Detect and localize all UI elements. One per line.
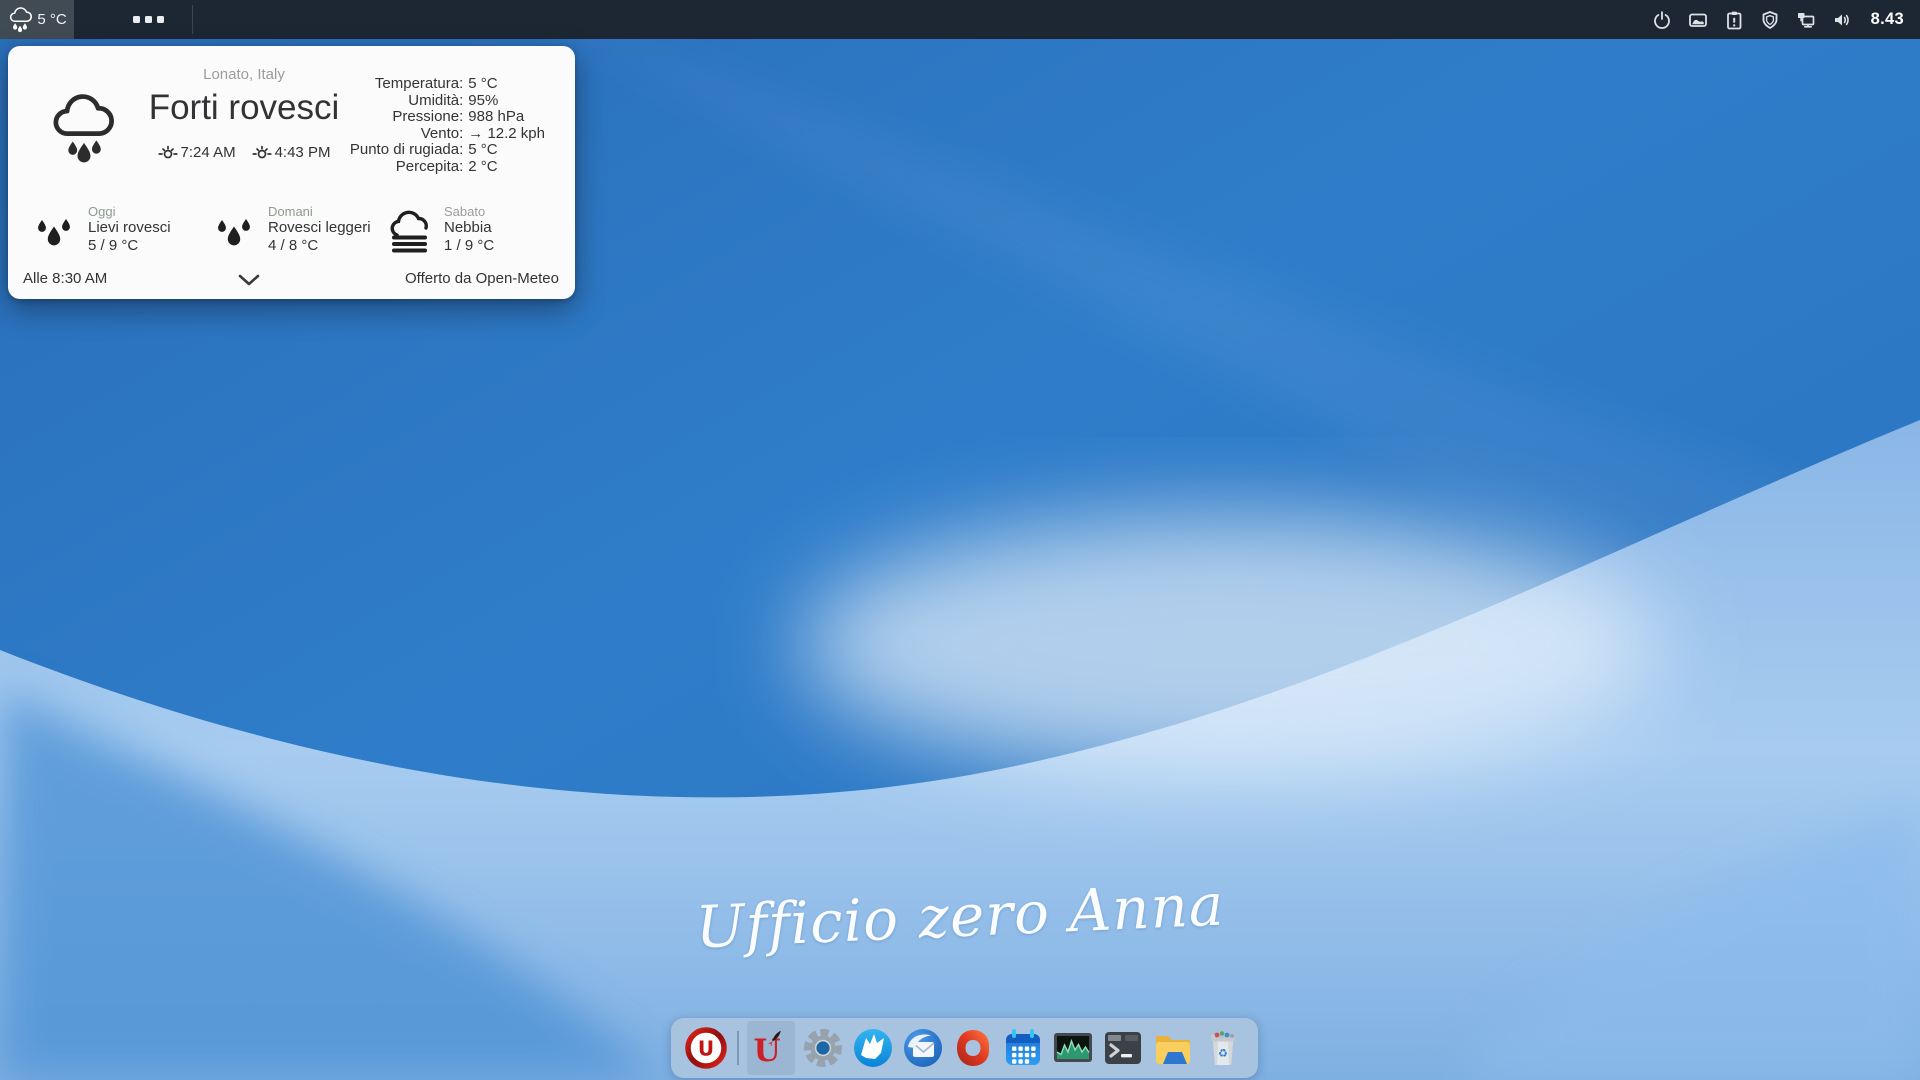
trash-icon[interactable]: ♻	[1201, 1026, 1245, 1070]
forecast-day: Sabato	[444, 204, 494, 219]
rain-drops-icon	[212, 208, 258, 252]
forecast-today: Oggi Lievi rovesci 5 / 9 °C	[32, 204, 171, 255]
system-tray: 8.43	[1651, 0, 1920, 39]
shield-icon[interactable]	[1759, 9, 1781, 31]
volume-icon[interactable]	[1831, 9, 1853, 31]
detail-label: Umidità:	[350, 93, 468, 110]
svg-text:U: U	[698, 1037, 714, 1061]
panel-separator	[192, 5, 193, 34]
detail-value: → 12.2 kph	[468, 126, 545, 143]
weather-location: Lonato, Italy	[104, 66, 384, 83]
dock: U U	[671, 1018, 1258, 1078]
detail-label: Vento:	[350, 126, 468, 143]
attribution-label: Offerto da Open-Meteo	[405, 270, 559, 287]
terminal-icon[interactable]	[1101, 1026, 1145, 1070]
sunrise-time: 7:24 AM	[181, 144, 236, 161]
forecast-temps: 4 / 8 °C	[268, 237, 371, 255]
detail-label: Temperatura:	[350, 76, 468, 93]
last-update-label: Alle 8:30 AM	[23, 270, 107, 287]
forecast-condition: Lievi rovesci	[88, 219, 171, 237]
forecast-row: Oggi Lievi rovesci 5 / 9 °C Domani Roves…	[8, 204, 575, 266]
settings-gear-icon[interactable]	[801, 1026, 845, 1070]
network-icon[interactable]	[1795, 9, 1817, 31]
detail-value: 2 °C	[468, 159, 545, 176]
sunrise-icon	[158, 142, 178, 162]
chevron-down-icon[interactable]	[238, 273, 260, 291]
panel-weather-indicator[interactable]: 5 °C	[0, 0, 74, 39]
detail-value: 5 °C	[468, 76, 545, 93]
power-icon[interactable]	[1651, 9, 1673, 31]
forecast-tomorrow: Domani Rovesci leggeri 4 / 8 °C	[212, 204, 371, 255]
calendar-icon[interactable]	[1001, 1026, 1045, 1070]
thunderbird-mail-icon[interactable]	[901, 1026, 945, 1070]
clipboard-icon[interactable]	[1723, 9, 1745, 31]
rain-drops-icon	[32, 208, 78, 252]
weather-condition: Forti rovesci	[104, 88, 384, 128]
forecast-temps: 5 / 9 °C	[88, 237, 171, 255]
weather-header: Lonato, Italy Forti rovesci 7:24 AM	[104, 66, 384, 162]
fog-icon	[386, 207, 434, 253]
dock-separator	[734, 1026, 741, 1070]
ufficio-zero-launcher-icon[interactable]: U	[747, 1021, 795, 1075]
forecast-condition: Rovesci leggeri	[268, 219, 371, 237]
sunset-time: 4:43 PM	[275, 144, 331, 161]
detail-label: Percepita:	[350, 159, 468, 176]
detail-value: 988 hPa	[468, 109, 545, 126]
detail-value: 5 °C	[468, 142, 545, 159]
sun-times: 7:24 AM 4:43 PM	[104, 142, 384, 162]
ufficio-zero-menu-icon[interactable]: U	[684, 1026, 728, 1070]
file-manager-icon[interactable]	[1151, 1026, 1195, 1070]
office-suite-icon[interactable]	[951, 1026, 995, 1070]
rain-cloud-icon	[7, 7, 33, 33]
forecast-temps: 1 / 9 °C	[444, 237, 494, 255]
display-icon[interactable]	[1687, 9, 1709, 31]
clock[interactable]: 8.43	[1871, 10, 1904, 29]
desktop: Ufficio zero Anna 5 °C	[0, 0, 1920, 1080]
top-panel: 5 °C	[0, 0, 1920, 39]
svg-text:♻: ♻	[1218, 1047, 1228, 1060]
system-monitor-icon[interactable]	[1051, 1026, 1095, 1070]
detail-value: 95%	[468, 93, 545, 110]
forecast-day: Oggi	[88, 204, 171, 219]
panel-temperature: 5 °C	[37, 11, 66, 28]
forecast-day: Domani	[268, 204, 371, 219]
librewolf-browser-icon[interactable]	[851, 1026, 895, 1070]
detail-label: Pressione:	[350, 109, 468, 126]
forecast-condition: Nebbia	[444, 219, 494, 237]
detail-label: Punto di rugiada:	[350, 142, 468, 159]
sunset-icon	[252, 142, 272, 162]
ellipsis-menu-icon[interactable]	[133, 16, 164, 23]
weather-popup: Lonato, Italy Forti rovesci 7:24 AM	[8, 46, 575, 299]
weather-details: Temperatura: 5 °C Umidità: 95% Pressione…	[350, 76, 545, 175]
forecast-saturday: Sabato Nebbia 1 / 9 °C	[386, 204, 494, 255]
